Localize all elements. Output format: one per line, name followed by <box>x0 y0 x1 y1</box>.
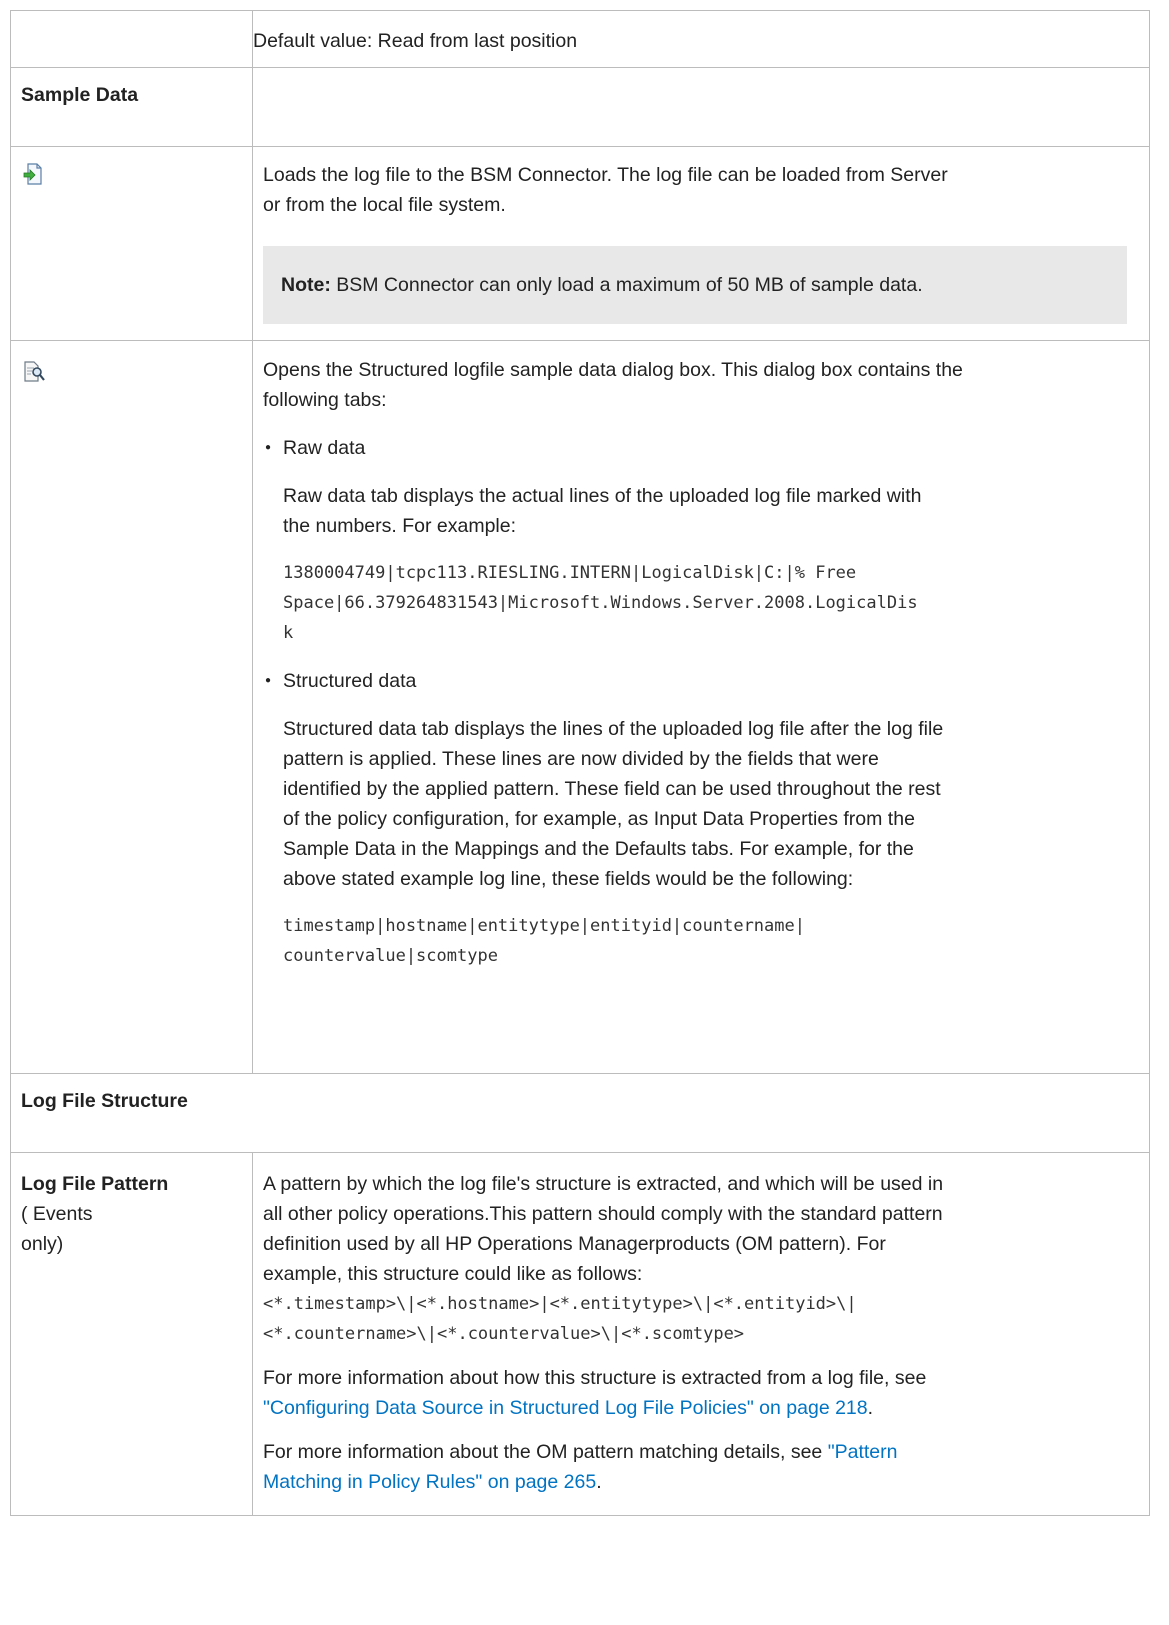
pattern-description-cell: A pattern by which the log file's struct… <box>252 1152 1150 1516</box>
pattern-label-cell: Log File Pattern ( Events only) <box>10 1152 253 1516</box>
more-info-text: For more information about how this stru… <box>263 1367 927 1389</box>
pattern-description-line: example, this structure could like as fo… <box>263 1263 643 1285</box>
section-row-sample-data: Sample Data <box>10 67 1150 147</box>
link-configuring-data-source[interactable]: "Configuring Data Source in Structured L… <box>263 1397 868 1419</box>
pattern-sublabel: only) <box>21 1233 64 1255</box>
structured-description-line: Structured data tab displays the lines o… <box>283 718 944 740</box>
note-label: Note: <box>281 274 331 296</box>
structured-description-line: above stated example log line, these fie… <box>283 868 854 890</box>
table-row: Log File Pattern ( Events only) A patter… <box>10 1152 1150 1516</box>
raw-example-code: 1380004749|tcpc113.RIESLING.INTERN|Logic… <box>283 558 1129 648</box>
code-line: timestamp|hostname|entitytype|entityid|c… <box>283 916 805 936</box>
section-heading-log-file-structure: Log File Structure <box>21 1090 188 1112</box>
default-value-cell: Default value: Read from last position <box>252 10 1150 68</box>
more-info-paragraph: For more information about how this stru… <box>263 1363 1129 1423</box>
icon-cell <box>10 340 253 1074</box>
table-row: Default value: Read from last position <box>10 10 1150 68</box>
pattern-label: Log File Pattern <box>21 1173 169 1195</box>
code-line: 1380004749|tcpc113.RIESLING.INTERN|Logic… <box>283 563 857 583</box>
structured-description-line: pattern is applied. These lines are now … <box>283 748 879 770</box>
structured-description-line: of the policy configuration, for example… <box>283 808 915 830</box>
link-pattern-matching[interactable]: Matching in Policy Rules" on page 265 <box>263 1471 596 1493</box>
empty-cell <box>252 67 1150 147</box>
note-text: BSM Connector can only load a maximum of… <box>330 274 923 296</box>
pattern-description-line: definition used by all HP Operations Man… <box>263 1233 886 1255</box>
open-description-cell: Opens the Structured logfile sample data… <box>252 340 1150 1074</box>
section-heading-cell: Log File Structure <box>10 1073 1150 1153</box>
code-line: Space|66.379264831543|Microsoft.Windows.… <box>283 593 918 613</box>
default-value-text: Default value: Read from last position <box>253 30 578 52</box>
table-row: Loads the log file to the BSM Connector.… <box>10 146 1150 341</box>
pattern-description-line: A pattern by which the log file's struct… <box>263 1173 944 1195</box>
raw-description-line: the numbers. For example: <box>283 515 517 537</box>
section-heading-sample-data: Sample Data <box>21 84 139 106</box>
pattern-example-code: <*.timestamp>\|<*.hostname>|<*.entitytyp… <box>263 1289 1129 1349</box>
sample-data-icon[interactable] <box>23 361 45 389</box>
code-line: <*.timestamp>\|<*.hostname>|<*.entitytyp… <box>263 1294 857 1314</box>
code-line: <*.countername>\|<*.countervalue>\|<*.sc… <box>263 1324 745 1344</box>
punctuation: . <box>867 1397 874 1419</box>
open-intro-line: Opens the Structured logfile sample data… <box>263 359 963 381</box>
note-box: Note: BSM Connector can only load a maxi… <box>263 246 1127 324</box>
structured-example-code: timestamp|hostname|entitytype|entityid|c… <box>283 911 1129 971</box>
code-line: countervalue|scomtype <box>283 946 498 966</box>
list-item-structured-data: Structured data <box>263 666 1129 696</box>
section-row-log-file-structure: Log File Structure <box>10 1073 1150 1153</box>
code-line: k <box>283 623 294 643</box>
load-description-line: Loads the log file to the BSM Connector.… <box>263 164 948 186</box>
structured-description-line: Sample Data in the Mappings and the Defa… <box>283 838 914 860</box>
pattern-sublabel: ( Events <box>21 1203 93 1225</box>
list-item-raw-data: Raw data <box>263 433 1129 463</box>
section-heading-cell: Sample Data <box>10 67 253 147</box>
pattern-description-line: all other policy operations.This pattern… <box>263 1203 943 1225</box>
more-info-paragraph: For more information about the OM patter… <box>263 1437 1129 1497</box>
load-description-cell: Loads the log file to the BSM Connector.… <box>252 146 1150 341</box>
punctuation: . <box>596 1471 602 1493</box>
icon-cell <box>10 146 253 341</box>
raw-description-line: Raw data tab displays the actual lines o… <box>283 485 922 507</box>
properties-table: Default value: Read from last position S… <box>10 10 1150 1516</box>
more-info-text: For more information about the OM patter… <box>263 1441 828 1463</box>
empty-cell <box>10 10 253 68</box>
link-pattern-matching[interactable]: "Pattern <box>828 1441 898 1463</box>
load-file-icon[interactable] <box>23 163 43 191</box>
table-row: Opens the Structured logfile sample data… <box>10 340 1150 1074</box>
load-description-line: or from the local file system. <box>263 194 506 216</box>
open-intro-line: following tabs: <box>263 389 387 411</box>
structured-description-line: identified by the applied pattern. These… <box>283 778 941 800</box>
